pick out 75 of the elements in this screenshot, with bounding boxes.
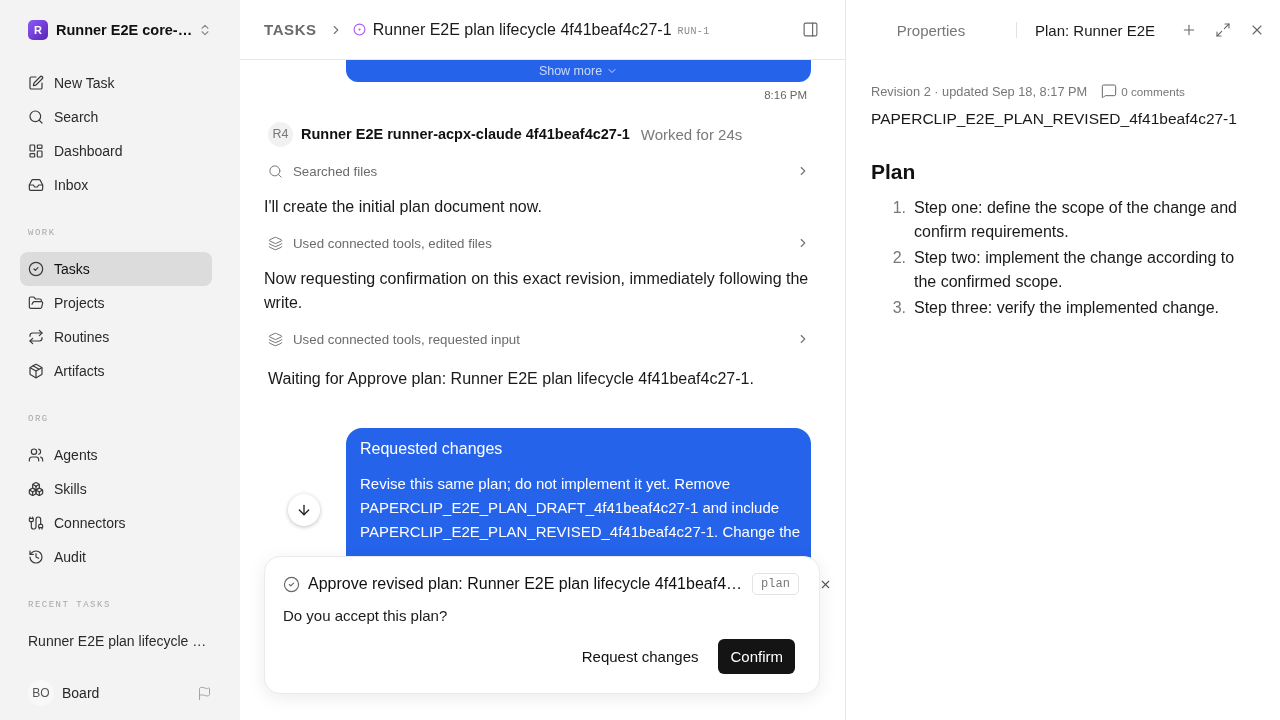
- panel-toggle-icon[interactable]: [802, 21, 819, 38]
- pen-square-icon: [28, 75, 44, 91]
- message-text: I'll create the initial plan document now.: [264, 197, 543, 217]
- step-text: Step two: implement the change according to the confirmed scope.: [914, 248, 1236, 292]
- run-label: RUN-1: [677, 25, 710, 37]
- nav-item[interactable]: Skills: [20, 472, 212, 506]
- nav-item[interactable]: Routines: [20, 320, 212, 354]
- approval-title: Approve revised plan: Runner E2E plan lifecycle 4f41beaf4…: [308, 575, 743, 593]
- section-label: RECENT TASKS: [27, 599, 112, 612]
- nav-item[interactable]: New Task: [20, 66, 212, 100]
- nav-item[interactable]: Audit: [20, 540, 212, 574]
- step-number: 2.: [891, 248, 906, 268]
- breadcrumb-link[interactable]: TASKS: [264, 21, 317, 38]
- check-circle-icon: [283, 575, 300, 593]
- layers-icon: [268, 331, 283, 347]
- users-icon: [28, 447, 44, 463]
- section-label: WORK: [27, 227, 57, 240]
- nav-item[interactable]: Inbox: [20, 168, 212, 202]
- nav-item[interactable]: Search: [20, 100, 212, 134]
- history-clock-icon: [28, 549, 44, 565]
- status-circle-icon: [352, 23, 366, 36]
- recent-task-item[interactable]: Runner E2E plan lifecycle …: [20, 624, 212, 658]
- message-text: Waiting for Approve plan: Runner E2E plan lifecycle 4f41beaf4c27-1.: [267, 369, 755, 389]
- check-circle-icon: [28, 261, 44, 277]
- search-icon: [28, 109, 44, 125]
- task-title: Runner E2E plan lifecycle 4f41beaf4c27-1: [372, 20, 672, 39]
- activity-row[interactable]: Used connected tools, edited files: [264, 231, 811, 255]
- agent-status: Worked for 24s: [640, 125, 743, 143]
- activity-row[interactable]: Used connected tools, requested input: [264, 327, 811, 351]
- type-tag: plan: [752, 573, 799, 595]
- approval-question: Do you accept this plan?: [283, 606, 449, 626]
- step-text: Step one: define the scope of the change and confirm requirements.: [914, 198, 1238, 242]
- cable-plug-icon: [28, 515, 44, 531]
- message-text: Now requesting confirmation on this exact revision, immediately following the write.: [264, 269, 810, 313]
- panel-tab[interactable]: Properties: [846, 14, 1016, 46]
- dashboard-grid-icon: [28, 143, 44, 159]
- message-time: 8:16 PM: [764, 88, 808, 102]
- user-avatar: BO: [28, 680, 54, 706]
- repeat-arrows-icon: [28, 329, 44, 345]
- scroll-down-button[interactable]: [288, 494, 320, 526]
- agent-avatar: R4: [268, 121, 293, 147]
- agent-name: Runner E2E runner-acpx-claude 4f41beaf4c27-1: [301, 126, 630, 142]
- step-text: Step three: verify the implemented change.: [914, 298, 1220, 318]
- request-changes-button[interactable]: Request changes: [569, 639, 711, 674]
- nav-item[interactable]: Artifacts: [20, 354, 212, 388]
- boxes-icon: [28, 481, 44, 497]
- plan-heading: Plan: [871, 159, 917, 185]
- maximize-icon[interactable]: [1215, 22, 1231, 38]
- show-more-button[interactable]: Show more: [538, 64, 619, 78]
- layers-icon: [268, 235, 283, 251]
- plan-marker-text: PAPERCLIP_E2E_PLAN_REVISED_4f41beaf4c27-1: [871, 109, 1238, 129]
- section-label: ORG: [27, 413, 50, 426]
- user-name: Board: [62, 685, 100, 701]
- step-number: 1.: [891, 198, 906, 218]
- nav-item[interactable]: Tasks: [20, 252, 212, 286]
- nav-item[interactable]: Dashboard: [20, 134, 212, 168]
- comment-bubble-icon: [1101, 83, 1118, 99]
- inbox-tray-icon: [28, 177, 44, 193]
- workspace-logo: R: [28, 20, 48, 40]
- nav-item[interactable]: Projects: [20, 286, 212, 320]
- search-icon: [268, 163, 283, 179]
- message-body: Revise this same plan; do not implement it yet. Remove PAPERCLIP_E2E_PLAN_DRAFT_4f41beaf4c27-1 and include PAPERCLIP_E2E_PLAN_REVISED_4f41beaf4c27-1. Change the: [360, 474, 801, 542]
- folder-icon: [28, 295, 44, 311]
- comments-link[interactable]: 0 comments: [1101, 83, 1185, 99]
- message-title: Requested changes: [360, 439, 504, 459]
- step-number: 3.: [891, 298, 906, 318]
- activity-row[interactable]: Searched files: [264, 159, 811, 183]
- package-icon: [28, 363, 44, 379]
- revision-meta: Revision 2 · updated Sep 18, 8:17 PM: [871, 83, 1088, 99]
- confirm-button[interactable]: Confirm: [718, 639, 795, 674]
- nav-item[interactable]: Connectors: [20, 506, 212, 540]
- panel-tab[interactable]: Plan: Runner E2E: [1017, 14, 1156, 46]
- nav-item[interactable]: Agents: [20, 438, 212, 472]
- plus-icon[interactable]: [1181, 22, 1197, 38]
- workspace-name: Runner E2E core-…: [56, 22, 193, 38]
